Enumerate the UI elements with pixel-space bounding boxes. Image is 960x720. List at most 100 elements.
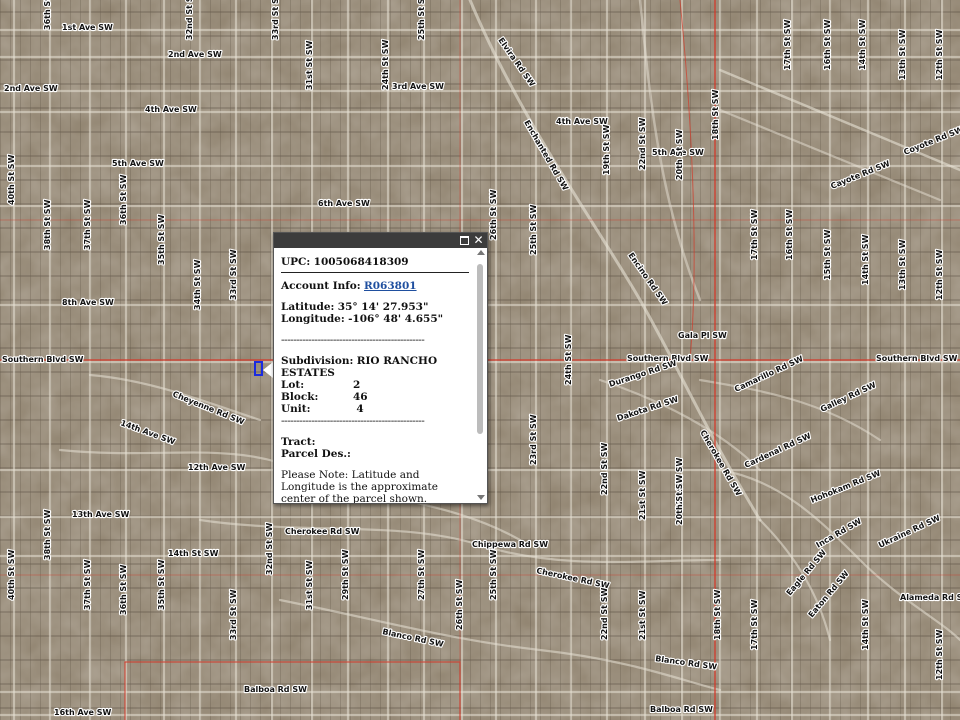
road-label: 18th St SW (713, 589, 722, 640)
account-label: Account Info: (281, 280, 361, 292)
longitude-label: Longitude: (281, 313, 345, 325)
road-label: 29th St SW (341, 549, 350, 600)
road-label: 36th St SW (119, 564, 128, 615)
popup-content: UPC: 1005068418309 Account Info: R063801… (274, 248, 477, 503)
scroll-down-icon[interactable] (477, 495, 485, 500)
road-label: 23rd St SW (529, 414, 538, 465)
road-label: 16th Ave SW (54, 708, 112, 717)
road-label: 20th St SW (675, 129, 684, 180)
subdivision-value: RIO RANCHO (356, 355, 438, 367)
road-label: 8th Ave SW (62, 298, 114, 307)
road-label: 14th St SW (861, 234, 870, 285)
road-label: 12th St SW (935, 29, 944, 80)
road-label: Cherokee Rd SW (285, 527, 360, 536)
dash-separator: ----------------------------------------… (281, 415, 425, 427)
dash-separator: ----------------------------------------… (281, 334, 425, 346)
road-label: 38th St SW (43, 199, 52, 250)
road-label: 17th St SW (783, 19, 792, 70)
popup-pointer (263, 362, 273, 378)
road-label: 35th St SW (157, 214, 166, 265)
road-label: 24th St SW (564, 334, 573, 385)
road-label: 26th St SW (489, 189, 498, 240)
account-link[interactable]: R063801 (364, 280, 417, 292)
road-label: 12th St SW (935, 629, 944, 680)
scroll-up-icon[interactable] (477, 250, 485, 255)
popup-scrollbar[interactable] (475, 250, 486, 500)
road-label: 25th St SW (489, 549, 498, 600)
road-label: 4th Ave SW (145, 105, 197, 114)
divider (281, 272, 469, 273)
road-label: 12th St SW (935, 249, 944, 300)
unit-value: 4 (356, 403, 364, 415)
road-label: 13th Ave SW (72, 510, 130, 519)
road-label: 40th St SW (7, 154, 16, 205)
road-label: Chippewa Rd SW (472, 540, 548, 549)
road-label: 21st St SW (638, 470, 647, 520)
road-label: 37th St SW (83, 559, 92, 610)
close-icon[interactable]: ✕ (472, 234, 485, 247)
road-label: 26th St SW (455, 579, 464, 630)
latitude-value: 35° 14' 27.953" (337, 301, 429, 313)
subdivision-label: Subdivision: (281, 355, 354, 367)
road-label: 6th Ave SW (318, 199, 370, 208)
road-label: Balboa Rd SW (244, 685, 307, 694)
road-label: 16th St SW (785, 209, 794, 260)
road-label: 32nd St SW (185, 0, 194, 40)
road-label: 17th St SW (750, 209, 759, 260)
maximize-icon[interactable] (458, 234, 471, 247)
road-label: Gala Pl SW (678, 331, 727, 340)
road-label: 31st St SW (305, 40, 314, 90)
subdivision-value-line2: ESTATES (281, 367, 335, 379)
unit-label: Unit: (281, 403, 311, 415)
road-label: 22nd St SW (600, 588, 609, 640)
tract-label: Tract: (281, 436, 316, 448)
parcel-des-label: Parcel Des.: (281, 448, 351, 460)
road-label: 31st St SW (305, 560, 314, 610)
road-label: Alameda Rd SW (900, 593, 960, 602)
road-label: 25th St SW (529, 204, 538, 255)
longitude-value: -106° 48' 4.655" (348, 313, 444, 325)
road-label: 2nd Ave SW (168, 50, 222, 59)
road-label: 13th St SW (898, 239, 907, 290)
upc-value: 1005068418309 (313, 256, 409, 268)
road-label: 14th St SW (168, 549, 219, 558)
road-label: 21st St SW (638, 590, 647, 640)
road-label: 16th St SW (823, 19, 832, 70)
road-label: 34th St SW (193, 259, 202, 310)
road-label: 20th St SW (675, 474, 684, 525)
road-label: 33rd St SW (229, 249, 238, 300)
road-label: 4th Ave SW (556, 117, 608, 126)
road-label: 36th St SW (119, 174, 128, 225)
block-value: 46 (353, 391, 368, 403)
road-label: 17th St SW (750, 599, 759, 650)
road-label: 22nd St SW (600, 443, 609, 495)
road-label: 22nd St SW (638, 118, 647, 170)
road-label: 3rd Ave SW (392, 82, 444, 91)
road-label: 1st Ave SW (62, 23, 113, 32)
popup-title-bar[interactable]: ✕ (274, 233, 487, 248)
road-label: 15th St SW (823, 229, 832, 280)
scroll-thumb[interactable] (477, 264, 483, 434)
road-label: 37th St SW (83, 199, 92, 250)
road-label: 33rd St SW (271, 0, 280, 40)
latitude-label: Latitude: (281, 301, 335, 313)
road-label: 24th St SW (381, 39, 390, 90)
road-label: 12th Ave SW (188, 463, 246, 472)
lot-label: Lot: (281, 379, 305, 391)
lot-value: 2 (353, 379, 361, 391)
road-label: 32nd St SW (265, 523, 274, 575)
road-label: 2nd Ave SW (4, 84, 58, 93)
road-label: 25th St SW (417, 0, 426, 40)
selected-parcel-outline[interactable] (254, 361, 263, 376)
block-label: Block: (281, 391, 319, 403)
note-text: Please Note: Latitude and Longitude is t… (281, 469, 438, 503)
road-label: Southern Blvd SW (2, 355, 84, 364)
road-label: 13th St SW (898, 29, 907, 80)
road-label: 5th Ave SW (112, 159, 164, 168)
road-label: 19th St SW (602, 124, 611, 175)
road-label: 38th St SW (43, 509, 52, 560)
parcel-info-popup: ✕ UPC: 1005068418309 Account Info: R0638… (273, 232, 488, 504)
road-label: 36th St SW (43, 0, 52, 30)
road-label: Balboa Rd SW (650, 705, 713, 714)
upc-label: UPC: (281, 256, 311, 268)
